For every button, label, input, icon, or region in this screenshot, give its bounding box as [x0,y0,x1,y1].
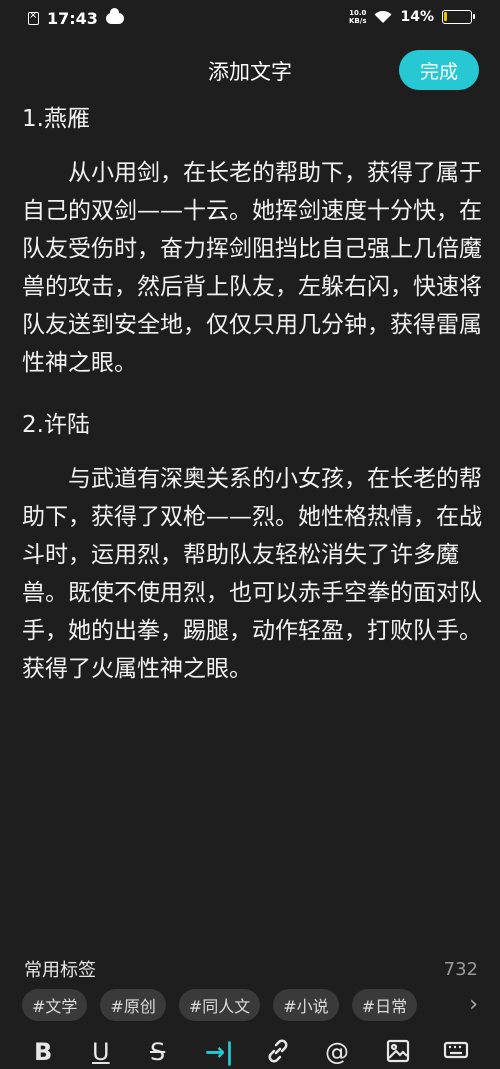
indent-button[interactable]: →| [205,1038,234,1066]
status-right: 10.0 KB/s 14% [349,9,475,25]
paragraph-2: 与武道有深奥关系的小女孩，在长老的帮助下，获得了双枪——烈。她性格热情，在战斗时… [22,466,482,682]
tag-chip[interactable]: #日常 [351,989,418,1021]
mention-button[interactable]: @ [325,1038,349,1066]
underline-button[interactable]: U [92,1038,110,1066]
tags-list: #文学 #原创 #同人文 #小说 #日常 [22,989,418,1021]
battery-percentage: 14% [400,9,434,25]
battery-icon [442,10,475,24]
tags-header: 常用标签 732 [24,955,478,983]
no-sim-icon [28,10,39,25]
battery-fill [444,12,447,21]
network-speed-unit: KB/s [349,17,367,25]
tag-chip[interactable]: #同人文 [178,989,261,1021]
editor-content[interactable]: 1.燕雁 从小用剑，在长老的帮助下，获得了属于自己的双剑——十云。她挥剑速度十分… [22,100,482,688]
status-left: 17:43 [28,8,124,28]
format-toolbar: B U S →| @ [0,1036,500,1069]
image-icon[interactable] [385,1038,411,1064]
keyboard-icon[interactable] [443,1038,469,1064]
status-bar: 17:43 10.0 KB/s 14% [0,0,500,38]
tag-chip[interactable]: #小说 [273,989,339,1021]
bold-button[interactable]: B [34,1038,52,1066]
character-count: 732 [443,958,478,980]
section-heading-1: 1.燕雁 [22,106,90,132]
paragraph-1: 从小用剑，在长老的帮助下，获得了属于自己的双剑——十云。她挥剑速度十分快，在队友… [22,160,482,376]
strikethrough-button[interactable]: S [150,1038,165,1066]
status-time: 17:43 [47,9,98,28]
tag-chip[interactable]: #原创 [100,989,166,1021]
done-button[interactable]: 完成 [399,50,479,90]
link-icon[interactable] [265,1038,291,1064]
chevron-right-icon[interactable]: › [469,992,478,1017]
section-heading-2: 2.许陆 [22,412,90,438]
tag-chip[interactable]: #文学 [22,989,88,1021]
network-speed: 10.0 KB/s [349,9,366,25]
cloud-icon [105,8,124,24]
wifi-icon [374,10,392,24]
common-tags-label: 常用标签 [24,960,96,981]
network-speed-value: 10.0 [349,9,367,17]
